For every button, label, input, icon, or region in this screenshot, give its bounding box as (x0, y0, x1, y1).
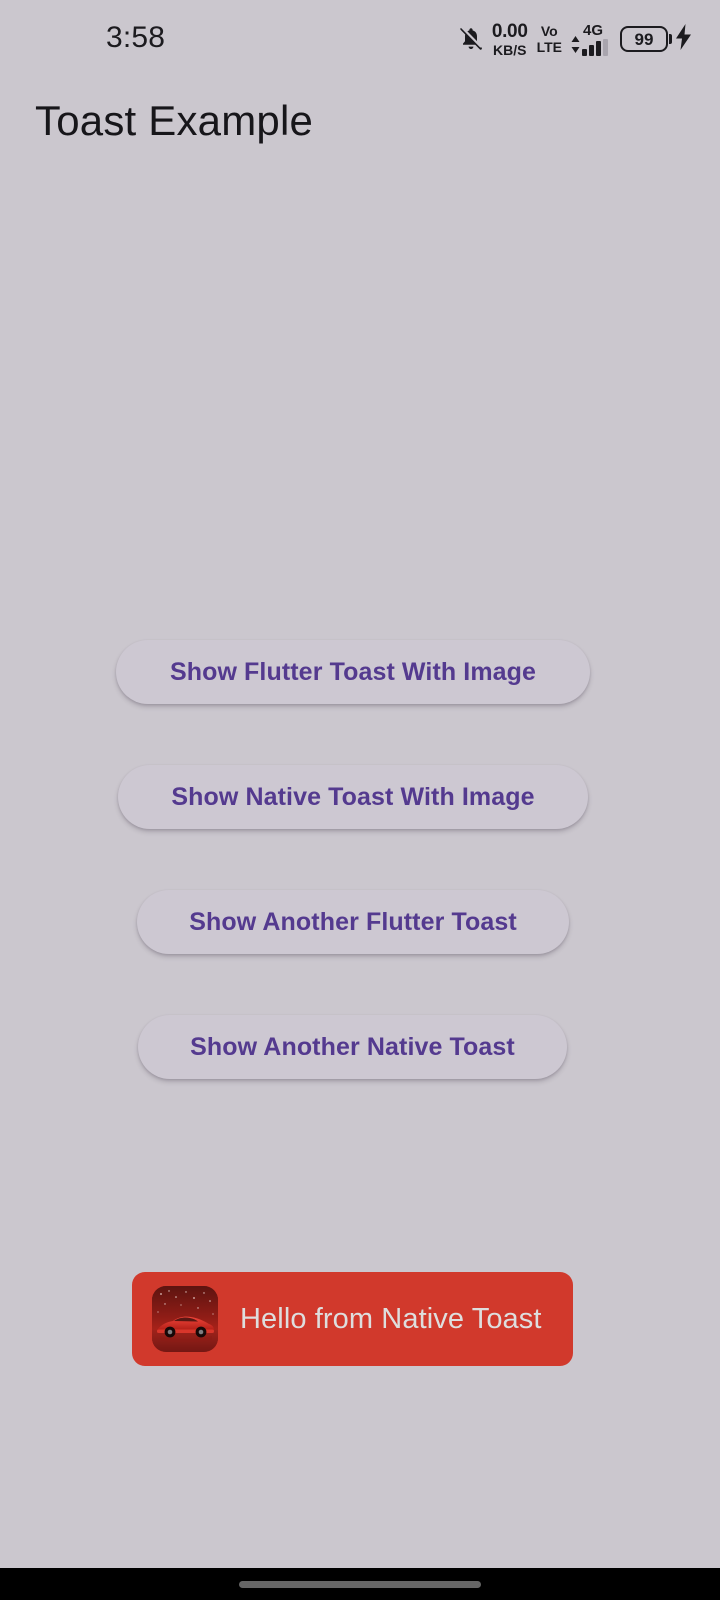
battery-indicator: 99 (620, 23, 692, 55)
network-generation-label: 4G (583, 21, 604, 39)
network-speed-value: 0.00 (491, 20, 528, 42)
show-flutter-toast-with-image-button[interactable]: Show Flutter Toast With Image (116, 640, 590, 704)
up-down-arrows-icon (571, 35, 580, 53)
toast-message: Hello from Native Toast (240, 1302, 542, 1335)
show-another-native-toast-button[interactable]: Show Another Native Toast (138, 1015, 567, 1079)
page-title: Toast Example (35, 97, 314, 144)
network-generation-block: 4G (582, 23, 608, 56)
status-bar-clock: 3:58 (106, 21, 166, 54)
network-speed-unit: KB/S (492, 41, 527, 58)
volte-indicator: Vo LTE (537, 24, 562, 54)
battery-level-label: 99 (634, 29, 654, 49)
bell-muted-icon (459, 26, 483, 52)
show-native-toast-with-image-button[interactable]: Show Native Toast With Image (118, 765, 588, 829)
show-another-flutter-toast-button[interactable]: Show Another Flutter Toast (137, 890, 569, 954)
status-bar-icons: 0.00 KB/S Vo LTE 4G 99 (459, 22, 692, 57)
volte-label-top: Vo (540, 23, 558, 39)
red-sports-car-image (152, 1286, 218, 1352)
signal-bars-icon (582, 38, 608, 56)
cellular-signal-indicator: 4G (571, 23, 608, 56)
battery-icon: 99 (620, 26, 668, 52)
network-speed-indicator: 0.00 KB/S (492, 22, 528, 57)
volte-label-bottom: LTE (536, 39, 562, 55)
status-bar: 3:58 0.00 KB/S Vo LTE 4G 99 (0, 0, 720, 82)
home-gesture-pill[interactable] (239, 1580, 481, 1588)
battery-terminal (669, 34, 672, 44)
lightning-bolt-icon (675, 23, 692, 55)
system-navigation-bar (0, 1568, 720, 1600)
native-toast-notification: Hello from Native Toast (132, 1272, 573, 1366)
phone-screen: 3:58 0.00 KB/S Vo LTE 4G 99 Toast Exampl… (0, 0, 720, 1600)
